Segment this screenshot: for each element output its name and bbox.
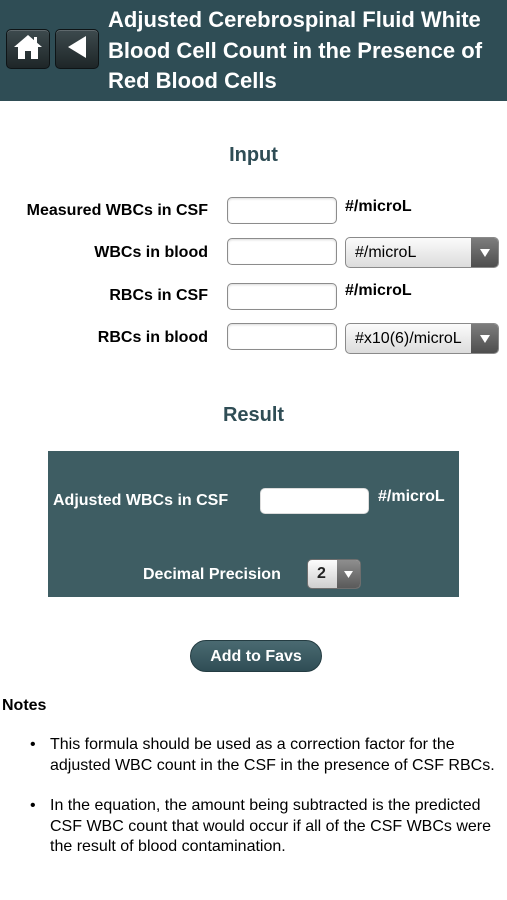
adjusted-wbc-csf-output[interactable] xyxy=(260,488,369,514)
home-button[interactable] xyxy=(6,29,50,69)
rbc-csf-input[interactable] xyxy=(227,283,337,310)
wbc-blood-label: WBCs in blood xyxy=(94,244,208,261)
notes-title: Notes xyxy=(2,697,47,714)
page-title: Adjusted Cerebrospinal Fluid White Blood… xyxy=(108,7,483,93)
list-item: • In the equation, the amount being subt… xyxy=(30,796,506,858)
chevron-down-icon xyxy=(337,560,360,588)
header-bar: Adjusted Cerebrospinal Fluid White Blood… xyxy=(0,0,507,101)
wbc-blood-unit-select[interactable]: #/microL xyxy=(345,237,499,268)
result-section-title: Result xyxy=(222,404,285,426)
rbc-blood-input[interactable] xyxy=(227,323,337,350)
back-arrow-icon xyxy=(65,34,89,65)
notes-list: • This formula should be used as a corre… xyxy=(30,735,506,878)
rbc-blood-unit-value: #x10(6)/microL xyxy=(355,330,462,347)
add-to-favs-button[interactable]: Add to Favs xyxy=(190,640,322,672)
rbc-blood-unit-select[interactable]: #x10(6)/microL xyxy=(345,323,499,354)
chevron-down-icon xyxy=(471,238,498,267)
measured-wbc-csf-input[interactable] xyxy=(227,197,337,224)
wbc-blood-input[interactable] xyxy=(227,238,337,265)
decimal-precision-select[interactable]: 2 xyxy=(307,559,361,589)
note-text: In the equation, the amount being subtra… xyxy=(50,797,492,855)
home-icon xyxy=(13,33,43,66)
rbc-csf-label: RBCs in CSF xyxy=(109,287,208,304)
back-button[interactable] xyxy=(55,29,99,69)
list-item: • This formula should be used as a corre… xyxy=(30,735,506,776)
input-section-title: Input xyxy=(229,144,278,166)
rbc-blood-label: RBCs in blood xyxy=(97,329,208,346)
wbc-blood-unit-value: #/microL xyxy=(355,244,417,261)
rbc-csf-unit: #/microL xyxy=(345,282,412,299)
adjusted-wbc-csf-label: Adjusted WBCs in CSF xyxy=(53,492,229,509)
adjusted-wbc-csf-unit: #/microL xyxy=(378,488,445,505)
bullet-icon: • xyxy=(30,797,36,814)
note-text: This formula should be used as a correct… xyxy=(50,736,495,774)
measured-wbc-csf-label: Measured WBCs in CSF xyxy=(26,202,208,219)
decimal-precision-label: Decimal Precision xyxy=(143,566,281,583)
bullet-icon: • xyxy=(30,736,36,753)
chevron-down-icon xyxy=(471,324,498,353)
measured-wbc-csf-unit: #/microL xyxy=(345,198,412,215)
decimal-precision-value: 2 xyxy=(317,565,326,582)
